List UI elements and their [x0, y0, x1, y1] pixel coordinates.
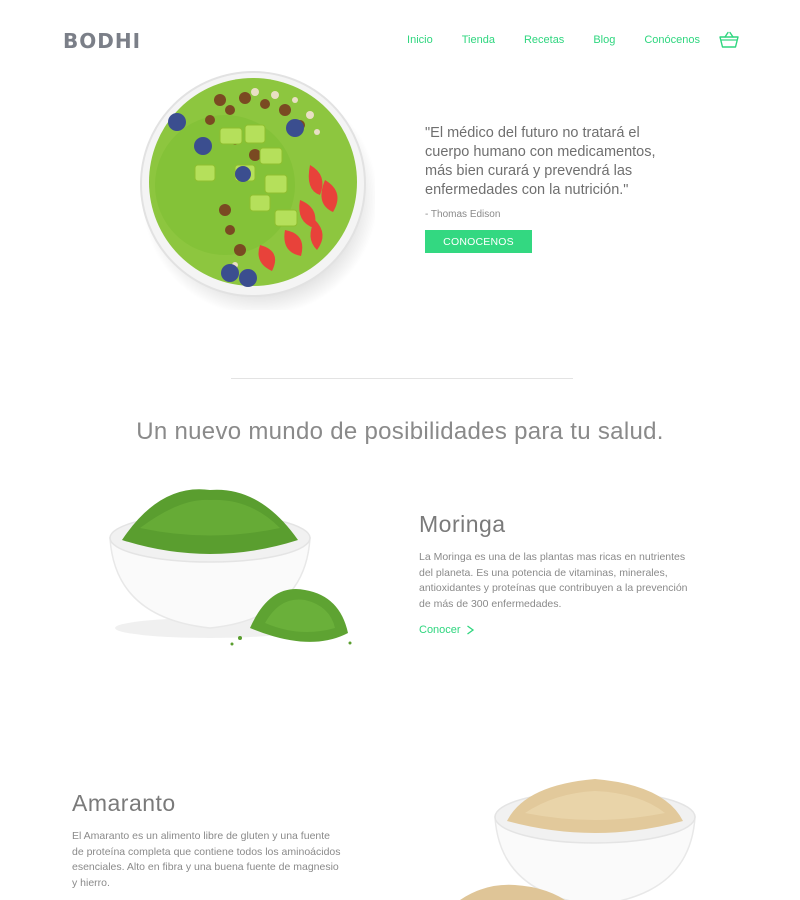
smoothie-bowl-image [140, 71, 375, 310]
main-nav: Inicio Tienda Recetas Blog Conócenos [378, 34, 700, 46]
chevron-right-icon [466, 625, 474, 635]
quote-author: - Thomas Edison [425, 209, 501, 220]
nav-item-tienda[interactable]: Tienda [462, 34, 495, 46]
section-title: Un nuevo mundo de posibilidades para tu … [136, 418, 664, 445]
nav-item-blog[interactable]: Blog [593, 34, 615, 46]
moringa-title: Moringa [419, 511, 506, 537]
amaranto-title: Amaranto [72, 790, 176, 816]
hero-quote: "El médico del futuro no tratará el cuer… [425, 125, 656, 198]
conocenos-button[interactable]: CONOCENOS [425, 230, 532, 253]
nav-item-inicio[interactable]: Inicio [407, 34, 433, 46]
amaranto-description: El Amaranto es un alimento libre de glut… [72, 830, 341, 889]
moringa-powder-bowl-image [109, 489, 352, 646]
nav-item-conocenos[interactable]: Conócenos [644, 34, 700, 46]
conocer-label: Conocer [419, 624, 461, 636]
nav-item-recetas[interactable]: Recetas [524, 34, 564, 46]
basket-icon[interactable] [719, 31, 739, 49]
site-header: BODHI Inicio Tienda Recetas Blog Conócen… [0, 0, 800, 80]
brand-logo[interactable]: BODHI [63, 29, 141, 53]
amaranth-bowl-image [460, 779, 696, 900]
moringa-conocer-link[interactable]: Conocer [419, 624, 475, 636]
moringa-description: La Moringa es una de las plantas mas ric… [419, 551, 688, 610]
section-divider [231, 378, 573, 379]
